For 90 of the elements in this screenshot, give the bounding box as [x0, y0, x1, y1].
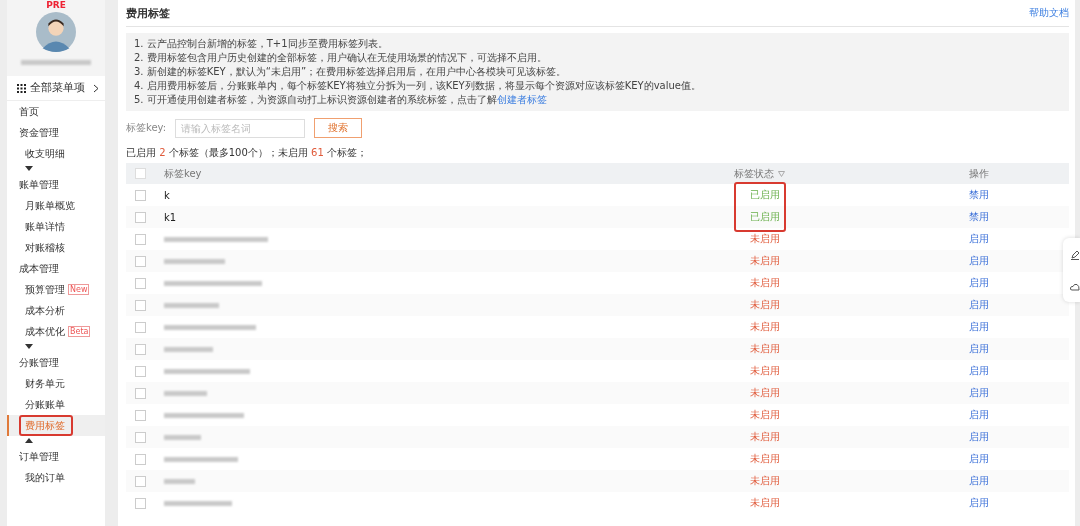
row-checkbox[interactable] — [135, 255, 146, 267]
chevron-right-icon — [93, 83, 99, 93]
redacted-username — [21, 60, 91, 65]
tag-status: 未启用 — [749, 409, 780, 420]
menu-item[interactable]: 我的订单 — [7, 467, 105, 488]
menu-tag: New — [68, 284, 90, 295]
tag-status: 未启用 — [749, 453, 780, 464]
tag-status: 未启用 — [749, 255, 780, 266]
creator-tag-link[interactable]: 创建者标签 — [496, 94, 547, 105]
tag-status: 未启用 — [749, 431, 780, 442]
row-checkbox[interactable] — [135, 387, 146, 399]
avatar — [36, 12, 76, 52]
toggle-link[interactable]: 启用 — [969, 255, 989, 266]
tag-status: 未启用 — [749, 321, 780, 332]
menu-group[interactable]: 账单管理 — [7, 174, 105, 195]
tag-status: 未启用 — [749, 475, 780, 486]
toggle-link[interactable]: 禁用 — [969, 211, 989, 222]
menu-item[interactable]: 费用标签 — [7, 415, 105, 436]
note-text: 3. 新创建的标签KEY，默认为“未启用”；在费用标签选择启用后，在用户中心各模块可见该标签。 — [134, 65, 568, 79]
row-checkbox[interactable] — [135, 409, 146, 421]
row-checkbox[interactable] — [135, 453, 146, 465]
tag-status: 已启用 — [749, 189, 780, 200]
toggle-link[interactable]: 禁用 — [969, 189, 989, 200]
grid-icon — [17, 83, 26, 93]
note-text: 4. 启用费用标签后，分账账单内，每个标签KEY将独立分拆为一列，该KEY列数据，将显示每个资源对应该标签KEY的value值。 — [134, 79, 702, 93]
row-checkbox[interactable] — [135, 497, 146, 509]
toggle-link[interactable]: 启用 — [969, 431, 989, 442]
row-checkbox[interactable] — [135, 277, 146, 289]
row-checkbox[interactable] — [135, 321, 146, 333]
toggle-link[interactable]: 启用 — [969, 299, 989, 310]
menu-group[interactable]: 首页 — [7, 101, 105, 122]
menu-item[interactable]: 账单详情 — [7, 216, 105, 237]
row-checkbox[interactable] — [135, 431, 146, 443]
row-checkbox[interactable] — [135, 365, 146, 377]
toggle-link[interactable]: 启用 — [969, 277, 989, 288]
toggle-link[interactable]: 启用 — [969, 343, 989, 354]
toggle-link[interactable]: 启用 — [969, 409, 989, 420]
note-text: 2. 费用标签包含用户历史创建的全部标签，用户确认在无使用场景的情况下，可选择不启用。 — [134, 51, 548, 65]
menu-group[interactable]: 订单管理 — [7, 446, 105, 467]
row-checkbox[interactable] — [135, 475, 146, 487]
note-text: 5. 可开通使用创建者标签，为资源自动打上标识资源创建者的系统标签，点击了解创建者标签 — [134, 93, 548, 107]
menu-item[interactable]: 分账账单 — [7, 394, 105, 415]
filter-icon[interactable] — [778, 170, 785, 177]
column-header: 标签key — [164, 166, 203, 181]
note-text: 1. 云产品控制台新增的标签，T+1同步至费用标签列表。 — [134, 37, 389, 51]
column-header: 标签状态 — [734, 166, 774, 181]
tag-count-summary: 已启用 2 个标签（最多100个）；未启用 61 个标签； — [126, 146, 368, 159]
tag-status: 未启用 — [749, 343, 780, 354]
page-title: 费用标签 — [126, 5, 170, 21]
help-link[interactable]: 帮助文档 — [1029, 6, 1069, 20]
column-header: 操作 — [969, 166, 990, 181]
toggle-link[interactable]: 启用 — [969, 475, 989, 486]
toggle-link[interactable]: 启用 — [969, 387, 989, 398]
tag-key: k1 — [164, 211, 734, 223]
menu-group[interactable]: 资金管理 — [7, 122, 105, 143]
menu-group[interactable]: 分账管理 — [7, 352, 105, 373]
menu-item[interactable]: 成本分析 — [7, 300, 105, 321]
tag-key: k — [164, 189, 734, 201]
tag-status: 未启用 — [749, 233, 780, 244]
cloud-icon[interactable] — [1070, 282, 1080, 291]
tag-status: 已启用 — [749, 211, 780, 222]
toggle-link[interactable]: 启用 — [969, 233, 989, 244]
toggle-link[interactable]: 启用 — [969, 365, 989, 376]
toggle-link[interactable]: 启用 — [969, 453, 989, 464]
tag-status: 未启用 — [749, 387, 780, 398]
toggle-link[interactable]: 启用 — [969, 497, 989, 508]
row-checkbox[interactable] — [135, 211, 146, 223]
menu-item[interactable]: 对账稽核 — [7, 237, 105, 258]
menu-item[interactable]: 收支明细 — [7, 143, 105, 164]
menu-item[interactable]: 预算管理 New — [7, 279, 105, 300]
toggle-link[interactable]: 启用 — [969, 321, 989, 332]
tag-status: 未启用 — [749, 299, 780, 310]
pencil-icon[interactable] — [1070, 249, 1080, 260]
menu-group[interactable]: 成本管理 — [7, 258, 105, 279]
all-menu-button[interactable]: 全部菜单项 — [7, 76, 105, 101]
menu-item[interactable]: 成本优化 Beta — [7, 321, 105, 342]
menu-tag: Beta — [68, 326, 91, 337]
row-checkbox[interactable] — [135, 189, 146, 201]
menu-item[interactable]: 财务单元 — [7, 373, 105, 394]
row-checkbox[interactable] — [135, 233, 146, 245]
tag-status: 未启用 — [749, 497, 780, 508]
environment-label: PRE — [46, 0, 66, 10]
tag-status: 未启用 — [749, 277, 780, 288]
search-button[interactable]: 搜索 — [314, 118, 363, 138]
select-all-checkbox[interactable] — [135, 168, 146, 179]
row-checkbox[interactable] — [135, 299, 146, 311]
menu-item[interactable]: 月账单概览 — [7, 195, 105, 216]
search-label: 标签key: — [126, 121, 167, 135]
tag-status: 未启用 — [749, 365, 780, 376]
row-checkbox[interactable] — [135, 343, 146, 355]
